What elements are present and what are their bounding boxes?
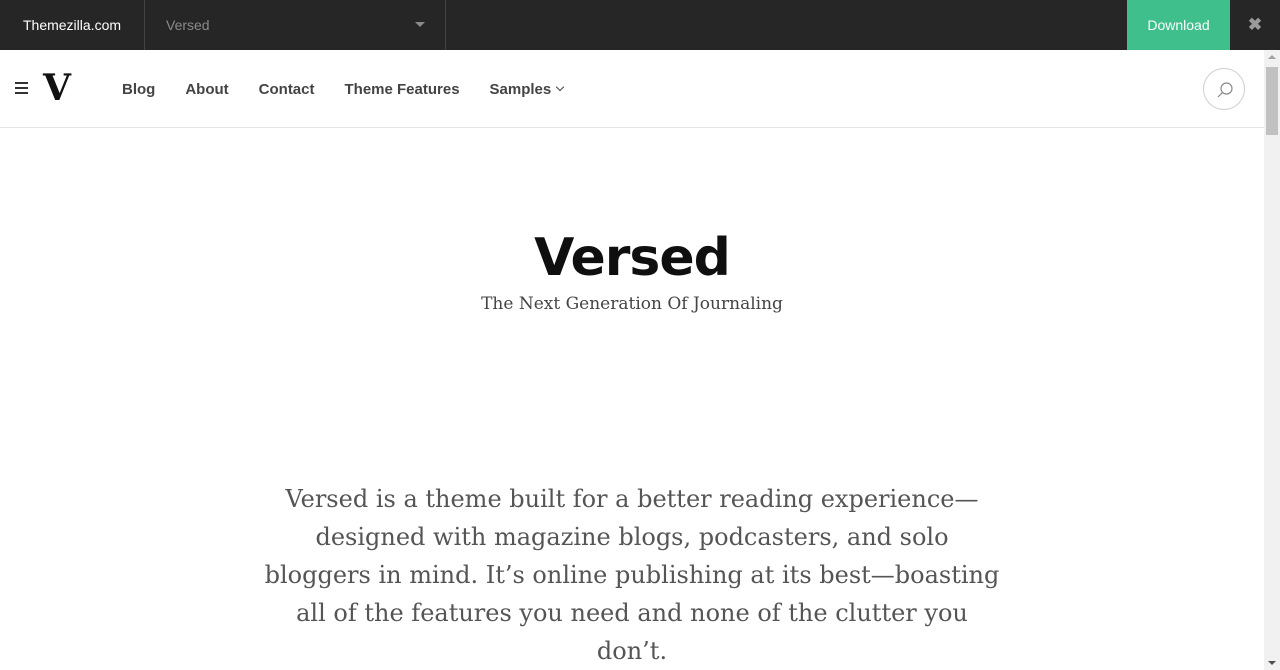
scroll-up-arrow-icon[interactable] — [1268, 55, 1276, 59]
site-preview-frame: V Blog About Contact Theme Features Samp… — [0, 50, 1264, 670]
scrollbar-thumb[interactable] — [1266, 67, 1278, 135]
close-button[interactable]: ✖ — [1230, 0, 1280, 50]
search-button[interactable] — [1203, 68, 1245, 110]
site-tagline: The Next Generation Of Journaling — [481, 294, 783, 314]
scroll-down-arrow-icon[interactable] — [1268, 661, 1276, 665]
brand-link[interactable]: Themezilla.com — [0, 0, 145, 50]
scrollbar[interactable] — [1264, 50, 1280, 670]
nav-item-samples-label: Samples — [489, 80, 552, 98]
chevron-down-icon — [556, 82, 565, 92]
nav-item-about[interactable]: About — [185, 81, 228, 98]
preview-bar: Themezilla.com Versed Download ✖ — [0, 0, 1280, 50]
nav-item-theme-features[interactable]: Theme Features — [345, 81, 460, 98]
caret-down-icon — [415, 22, 425, 27]
main-nav: Blog About Contact Theme Features Sample… — [122, 50, 593, 128]
site-header: V Blog About Contact Theme Features Samp… — [0, 50, 1264, 128]
close-icon: ✖ — [1247, 15, 1263, 34]
nav-item-samples[interactable]: Samples — [489, 80, 565, 98]
site-title: Versed — [534, 228, 731, 288]
search-icon — [1217, 82, 1233, 98]
intro-paragraph: Versed is a theme built for a better rea… — [264, 485, 1000, 665]
theme-select-value: Versed — [166, 17, 210, 33]
nav-item-blog[interactable]: Blog — [122, 81, 155, 98]
download-button[interactable]: Download — [1127, 0, 1230, 50]
theme-select[interactable]: Versed — [146, 0, 446, 50]
hamburger-icon[interactable] — [15, 82, 28, 94]
nav-item-contact[interactable]: Contact — [259, 81, 315, 98]
site-logo[interactable]: V — [43, 64, 71, 112]
